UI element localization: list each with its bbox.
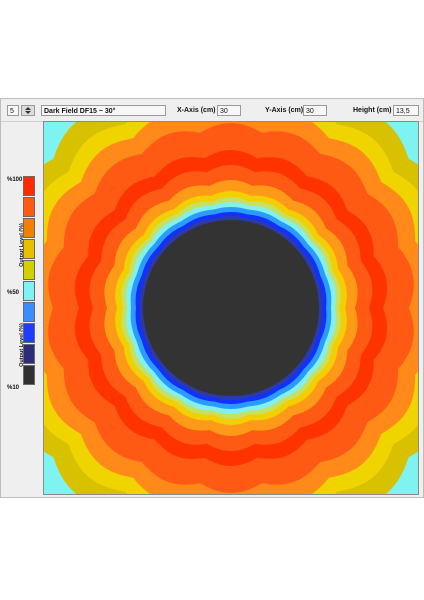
legend-swatch [23, 281, 35, 301]
toolbar: 5 Dark Field DF15 ~ 30° X-Axis (cm) 30 Y… [1, 99, 423, 122]
height-label: Height (cm) [353, 107, 392, 114]
intensity-ring [143, 220, 319, 396]
legend-swatch [23, 218, 35, 238]
x-axis-label: X-Axis (cm) [177, 107, 216, 114]
y-axis-input[interactable]: 30 [303, 105, 327, 116]
mode-selector[interactable]: Dark Field DF15 ~ 30° [41, 105, 166, 116]
x-axis-input[interactable]: 30 [217, 105, 241, 116]
light-distribution-plot [43, 121, 419, 495]
spinner-arrows-icon [25, 107, 31, 114]
height-input[interactable]: 13,5 [393, 105, 419, 116]
legend-swatch [23, 323, 35, 343]
legend-label-10: %10 [7, 385, 20, 391]
legend-label-100: %100 [7, 177, 23, 183]
legend-swatch [23, 176, 35, 196]
application-window: 5 Dark Field DF15 ~ 30° X-Axis (cm) 30 Y… [0, 98, 424, 498]
legend-swatch [23, 197, 35, 217]
legend-swatch [23, 365, 35, 385]
intensity-map [44, 122, 418, 494]
legend-swatch [23, 302, 35, 322]
output-level-legend: %100 %50 %10 Output Level (%) Output Lev… [7, 124, 41, 494]
spinner-button[interactable] [21, 105, 35, 116]
legend-swatch [23, 260, 35, 280]
spinner-input[interactable]: 5 [7, 105, 19, 116]
legend-swatch [23, 344, 35, 364]
y-axis-label: Y-Axis (cm) [265, 107, 304, 114]
legend-swatch [23, 239, 35, 259]
legend-label-50: %50 [7, 290, 20, 296]
